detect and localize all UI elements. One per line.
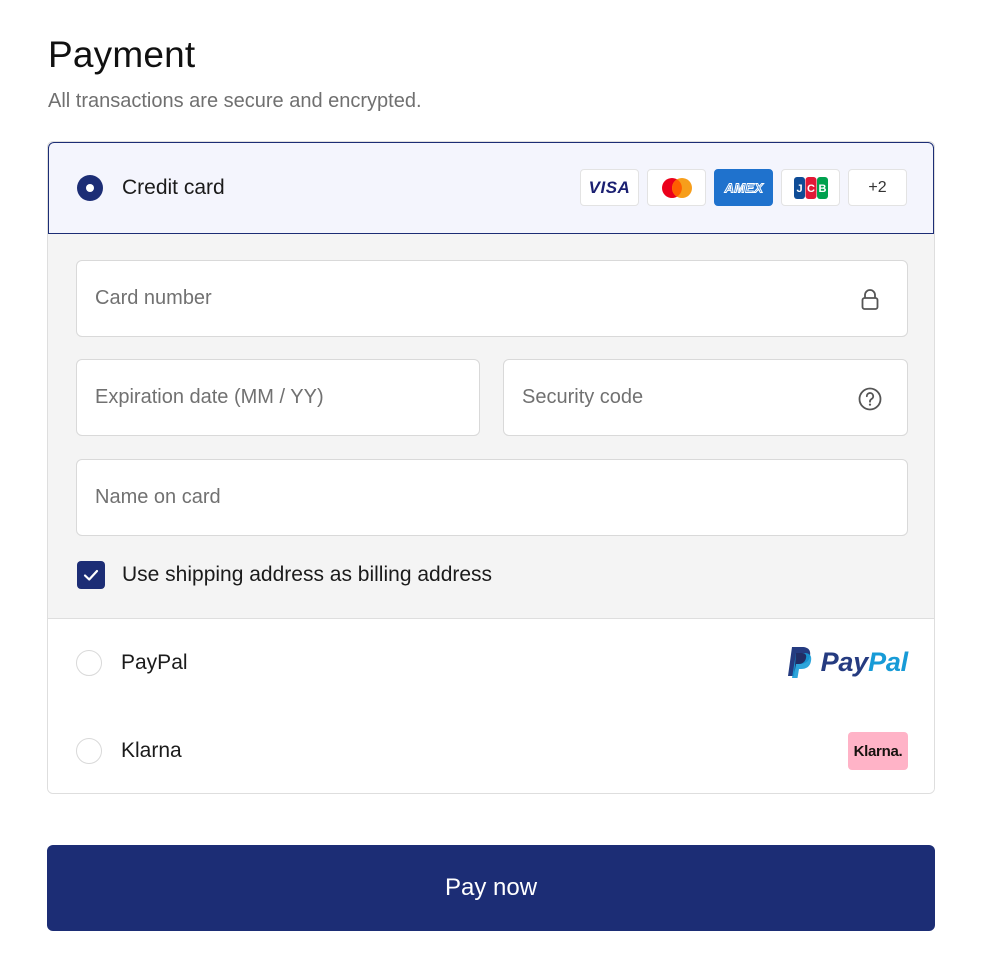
page-title: Payment <box>48 34 196 75</box>
klarna-label: Klarna <box>121 739 182 762</box>
svg-text:C: C <box>807 183 815 195</box>
credit-card-label: Credit card <box>122 176 225 199</box>
visa-icon: VISA <box>580 169 639 206</box>
klarna-option[interactable]: Klarna Klarna. <box>48 707 934 793</box>
card-number-placeholder: Card number <box>95 287 212 309</box>
mastercard-icon <box>647 169 706 206</box>
credit-card-form: Card number Expiration date (MM / YY) Se… <box>48 234 934 619</box>
paypal-option[interactable]: PayPal PayPal <box>48 619 934 708</box>
lock-icon <box>857 287 883 313</box>
paypal-label: PayPal <box>121 651 188 674</box>
more-brands-badge: +2 <box>848 169 907 206</box>
svg-text:AMEX: AMEX <box>723 180 764 195</box>
payment-page: Payment All transactions are secure and … <box>0 0 1000 977</box>
page-subtitle: All transactions are secure and encrypte… <box>48 90 422 112</box>
name-on-card-field[interactable]: Name on card <box>76 459 908 536</box>
svg-text:B: B <box>818 183 826 195</box>
security-code-field[interactable]: Security code <box>503 359 908 436</box>
expiration-date-field[interactable]: Expiration date (MM / YY) <box>76 359 480 436</box>
billing-address-checkbox[interactable] <box>77 561 105 589</box>
amex-icon: AMEX <box>714 169 773 206</box>
svg-text:J: J <box>796 183 802 195</box>
paypal-radio[interactable] <box>76 650 102 676</box>
card-number-field[interactable]: Card number <box>76 260 908 337</box>
checkmark-icon <box>83 569 99 581</box>
klarna-radio[interactable] <box>76 738 102 764</box>
billing-address-label[interactable]: Use shipping address as billing address <box>122 563 492 587</box>
credit-card-radio[interactable] <box>77 175 103 201</box>
security-code-placeholder: Security code <box>522 386 644 408</box>
pay-now-button[interactable]: Pay now <box>47 845 935 931</box>
payment-methods-box: Credit card VISA AMEX J C B +2 Card numb… <box>47 141 935 794</box>
card-brands: VISA AMEX J C B +2 <box>580 169 907 206</box>
name-on-card-placeholder: Name on card <box>95 486 221 508</box>
credit-card-option[interactable]: Credit card VISA AMEX J C B +2 <box>48 142 934 234</box>
help-circle-icon[interactable] <box>857 386 883 412</box>
expiration-placeholder: Expiration date (MM / YY) <box>95 386 324 408</box>
paypal-p-icon <box>787 647 811 678</box>
paypal-logo: PayPal <box>785 645 908 679</box>
klarna-logo: Klarna. <box>848 732 908 770</box>
jcb-icon: J C B <box>781 169 840 206</box>
